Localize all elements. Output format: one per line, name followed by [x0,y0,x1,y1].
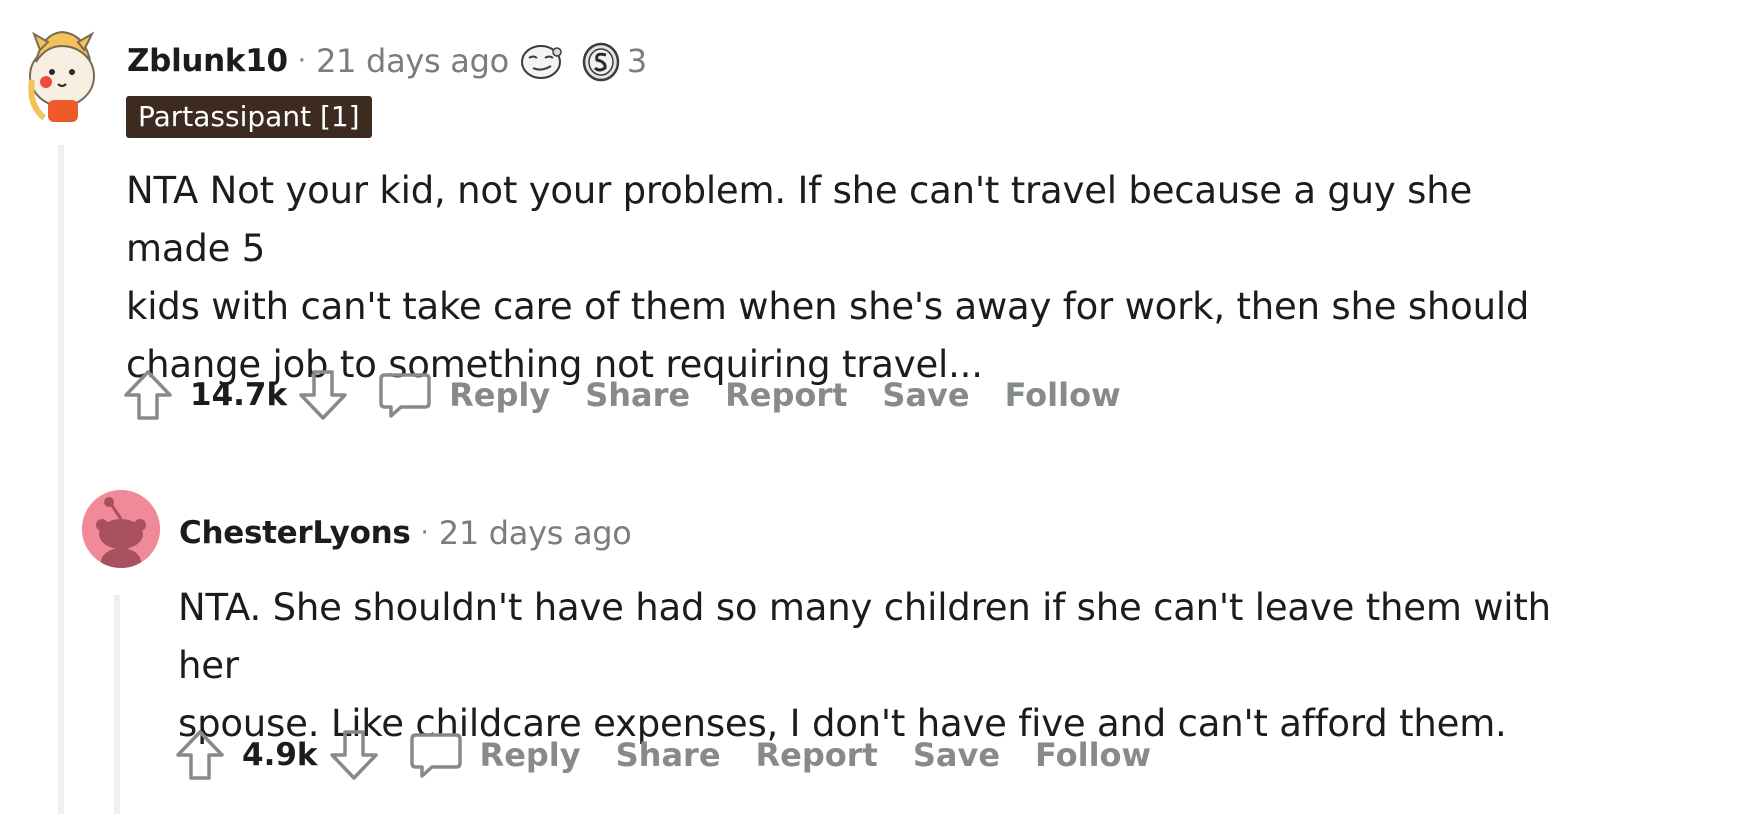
downvote-icon[interactable] [295,365,351,425]
follow-button[interactable]: Follow [1005,376,1121,414]
upvote-icon[interactable] [172,725,228,785]
snoo-default-avatar-icon [82,490,160,568]
username[interactable]: Zblunk10 [127,43,288,79]
silver-award-icon[interactable] [581,40,621,82]
comment-meta: ChesterLyons · 21 days ago [179,508,632,558]
report-button[interactable]: Report [756,736,878,774]
comment-line: kids with can't take care of them when s… [126,285,1530,328]
report-button[interactable]: Report [725,376,847,414]
comment-meta: Zblunk10 · 21 days ago 3 [127,36,647,86]
award-face-icon[interactable] [519,41,565,81]
thread-line-nested[interactable] [114,595,120,814]
comment-body: NTA Not your kid, not your problem. If s… [126,162,1586,394]
reply-label: Reply [449,376,551,414]
save-button[interactable]: Save [913,736,1000,774]
share-button[interactable]: Share [585,376,690,414]
user-flair: Partassipant [1] [126,96,372,138]
comment-icon [409,731,462,779]
vote-score: 14.7k [190,377,288,413]
user-avatar[interactable] [22,20,104,124]
downvote-icon[interactable] [326,725,382,785]
snoo-custom-avatar-icon [28,30,95,122]
username[interactable]: ChesterLyons [179,515,411,551]
share-button[interactable]: Share [616,736,721,774]
comment-actions: 4.9k Reply Share Report Save Follow [172,725,1186,785]
reply-button[interactable]: Reply [382,731,581,779]
comment-actions: 14.7k Reply Share Report Save Follow [120,365,1156,425]
comment-line: NTA Not your kid, not your problem. If s… [126,169,1473,270]
comment-line: NTA. She shouldn't have had so many chil… [178,586,1551,687]
reply-button[interactable]: Reply [351,371,550,419]
timestamp[interactable]: 21 days ago [439,514,632,552]
meta-separator: · [420,518,429,548]
timestamp[interactable]: 21 days ago [316,42,509,80]
vote-score: 4.9k [242,737,318,773]
user-avatar[interactable] [82,490,160,568]
meta-separator: · [297,46,307,76]
comment-icon [379,371,431,419]
thread-line[interactable] [58,145,64,814]
upvote-icon[interactable] [120,365,176,425]
award-count: 3 [626,42,648,80]
save-button[interactable]: Save [882,376,969,414]
reply-label: Reply [479,736,581,774]
follow-button[interactable]: Follow [1035,736,1151,774]
